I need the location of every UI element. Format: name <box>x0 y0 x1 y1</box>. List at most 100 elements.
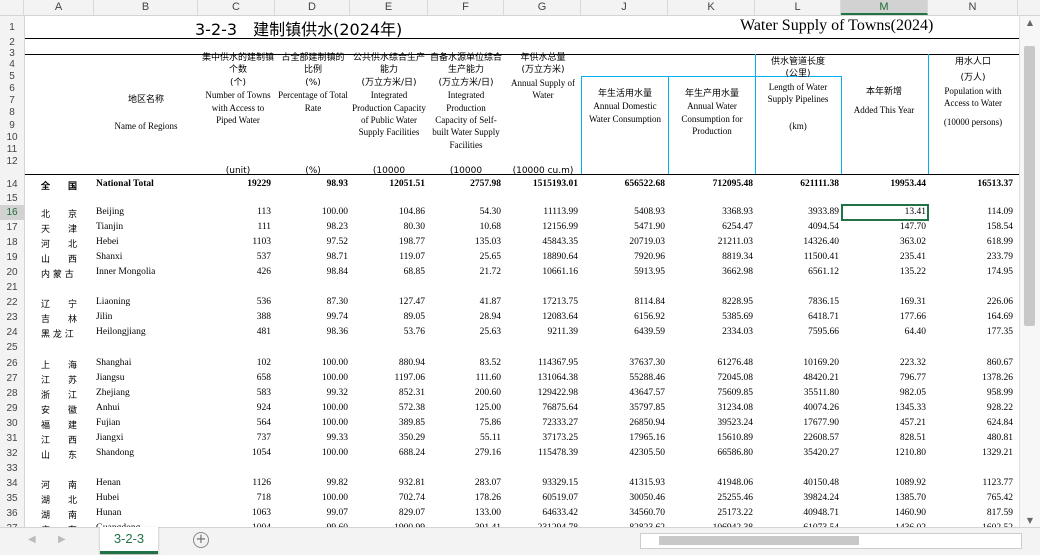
table-cell[interactable]: 235.41 <box>846 252 926 262</box>
table-cell[interactable]: 169.31 <box>846 297 926 307</box>
table-cell[interactable]: 198.77 <box>345 237 425 247</box>
table-cell[interactable]: 114.09 <box>933 207 1013 217</box>
table-cell[interactable]: 68.85 <box>345 267 425 277</box>
select-all-corner[interactable] <box>0 0 24 15</box>
table-cell[interactable]: 41315.93 <box>585 478 665 488</box>
add-sheet-icon[interactable]: + <box>193 532 209 548</box>
table-cell[interactable]: 35511.80 <box>759 388 839 398</box>
table-cell[interactable]: 100.00 <box>268 403 348 413</box>
worksheet-grid[interactable]: 3-2-3 建制镇供水(2024年) Water Supply of Towns… <box>25 16 1040 527</box>
table-cell[interactable]: 72333.27 <box>498 418 578 428</box>
table-cell[interactable]: 7836.15 <box>759 297 839 307</box>
table-cell[interactable]: 53.76 <box>345 327 425 337</box>
table-cell[interactable]: 852.31 <box>345 388 425 398</box>
table-cell[interactable]: 114367.95 <box>498 358 578 368</box>
active-cell-cursor[interactable] <box>841 204 929 221</box>
column-header-m[interactable]: M <box>841 0 928 15</box>
table-cell[interactable]: 98.93 <box>268 179 348 189</box>
table-cell[interactable]: 25173.22 <box>673 508 753 518</box>
row-header-22[interactable]: 22 <box>0 295 24 310</box>
table-cell[interactable]: 135.22 <box>846 267 926 277</box>
table-cell[interactable]: 860.67 <box>933 358 1013 368</box>
row-header-28[interactable]: 28 <box>0 386 24 401</box>
table-cell[interactable]: 125.00 <box>421 403 501 413</box>
row-header-bar[interactable]: 1 2 3 4 5 6 7 8 9 10 11 12 14 15 16 17 18 19 20 21 22 23 24 25 2… <box>0 16 25 527</box>
table-cell[interactable]: 35797.85 <box>585 403 665 413</box>
table-cell[interactable]: 164.69 <box>933 312 1013 322</box>
table-cell[interactable]: 621111.38 <box>759 179 839 189</box>
table-cell[interactable]: 99.32 <box>268 388 348 398</box>
vertical-scroll-thumb[interactable] <box>1024 46 1035 326</box>
table-cell[interactable]: 388 <box>191 312 271 322</box>
table-cell[interactable]: 928.22 <box>933 403 1013 413</box>
table-cell[interactable]: 131064.38 <box>498 373 578 383</box>
table-cell[interactable]: 829.07 <box>345 508 425 518</box>
table-cell[interactable]: 2757.98 <box>421 179 501 189</box>
table-cell[interactable]: 5408.93 <box>585 207 665 217</box>
row-header-33[interactable]: 33 <box>0 461 24 476</box>
row-header-14[interactable]: 14 <box>0 177 24 192</box>
table-cell[interactable]: 178.26 <box>421 493 501 503</box>
table-cell[interactable]: 5471.90 <box>585 222 665 232</box>
table-cell[interactable]: 21.72 <box>421 267 501 277</box>
table-cell[interactable]: 12156.99 <box>498 222 578 232</box>
table-cell[interactable]: 100.00 <box>268 373 348 383</box>
table-cell[interactable]: 98.71 <box>268 252 348 262</box>
table-cell[interactable]: 426 <box>191 267 271 277</box>
table-cell[interactable]: 25255.46 <box>673 493 753 503</box>
table-cell[interactable]: 1378.26 <box>933 373 1013 383</box>
table-cell[interactable]: 75.86 <box>421 418 501 428</box>
table-cell[interactable]: 87.30 <box>268 297 348 307</box>
column-header-n[interactable]: N <box>928 0 1018 15</box>
table-cell[interactable]: 1126 <box>191 478 271 488</box>
table-cell[interactable]: 817.59 <box>933 508 1013 518</box>
table-cell[interactable]: 115478.39 <box>498 448 578 458</box>
table-cell[interactable]: 3368.93 <box>673 207 753 217</box>
table-cell[interactable]: 174.95 <box>933 267 1013 277</box>
table-cell[interactable]: 102 <box>191 358 271 368</box>
row-header-10[interactable]: 10 <box>0 132 24 144</box>
table-cell[interactable]: 147.70 <box>846 222 926 232</box>
table-cell[interactable]: 6439.59 <box>585 327 665 337</box>
table-cell[interactable]: 658 <box>191 373 271 383</box>
row-header-6[interactable]: 6 <box>0 83 24 95</box>
row-header-24[interactable]: 24 <box>0 325 24 340</box>
table-cell[interactable]: 28.94 <box>421 312 501 322</box>
horizontal-scrollbar[interactable] <box>640 533 1022 549</box>
table-cell[interactable]: 924 <box>191 403 271 413</box>
table-cell[interactable]: 6561.12 <box>759 267 839 277</box>
row-header-32[interactable]: 32 <box>0 446 24 461</box>
table-cell[interactable]: 99.82 <box>268 478 348 488</box>
table-cell[interactable]: 283.07 <box>421 478 501 488</box>
row-header-12[interactable]: 12 <box>0 156 24 168</box>
table-cell[interactable]: 880.94 <box>345 358 425 368</box>
table-cell[interactable]: 41948.06 <box>673 478 753 488</box>
table-cell[interactable]: 279.16 <box>421 448 501 458</box>
table-cell[interactable]: 226.06 <box>933 297 1013 307</box>
column-header-j[interactable]: J <box>581 0 668 15</box>
table-cell[interactable]: 39824.24 <box>759 493 839 503</box>
scroll-up-icon[interactable]: ▲ <box>1020 18 1040 27</box>
table-cell[interactable]: 40150.48 <box>759 478 839 488</box>
table-cell[interactable]: 100.00 <box>268 448 348 458</box>
row-header-16[interactable]: 16 <box>0 205 24 221</box>
row-header-5[interactable]: 5 <box>0 71 24 83</box>
row-header-1[interactable]: 1 <box>0 18 24 37</box>
table-cell[interactable]: 15610.89 <box>673 433 753 443</box>
column-header-bar[interactable]: ABCDEFGJKLMN <box>0 0 1040 16</box>
table-cell[interactable]: 8228.95 <box>673 297 753 307</box>
table-cell[interactable]: 60519.07 <box>498 493 578 503</box>
table-cell[interactable]: 17213.75 <box>498 297 578 307</box>
table-cell[interactable]: 17965.16 <box>585 433 665 443</box>
table-cell[interactable]: 104.86 <box>345 207 425 217</box>
table-cell[interactable]: 99.74 <box>268 312 348 322</box>
table-cell[interactable]: 1089.92 <box>846 478 926 488</box>
table-cell[interactable]: 111 <box>191 222 271 232</box>
table-cell[interactable]: 536 <box>191 297 271 307</box>
table-cell[interactable]: 1460.90 <box>846 508 926 518</box>
table-cell[interactable]: 25.63 <box>421 327 501 337</box>
table-cell[interactable]: 25.65 <box>421 252 501 262</box>
table-cell[interactable]: 41.87 <box>421 297 501 307</box>
table-cell[interactable]: 97.52 <box>268 237 348 247</box>
table-cell[interactable]: 233.79 <box>933 252 1013 262</box>
